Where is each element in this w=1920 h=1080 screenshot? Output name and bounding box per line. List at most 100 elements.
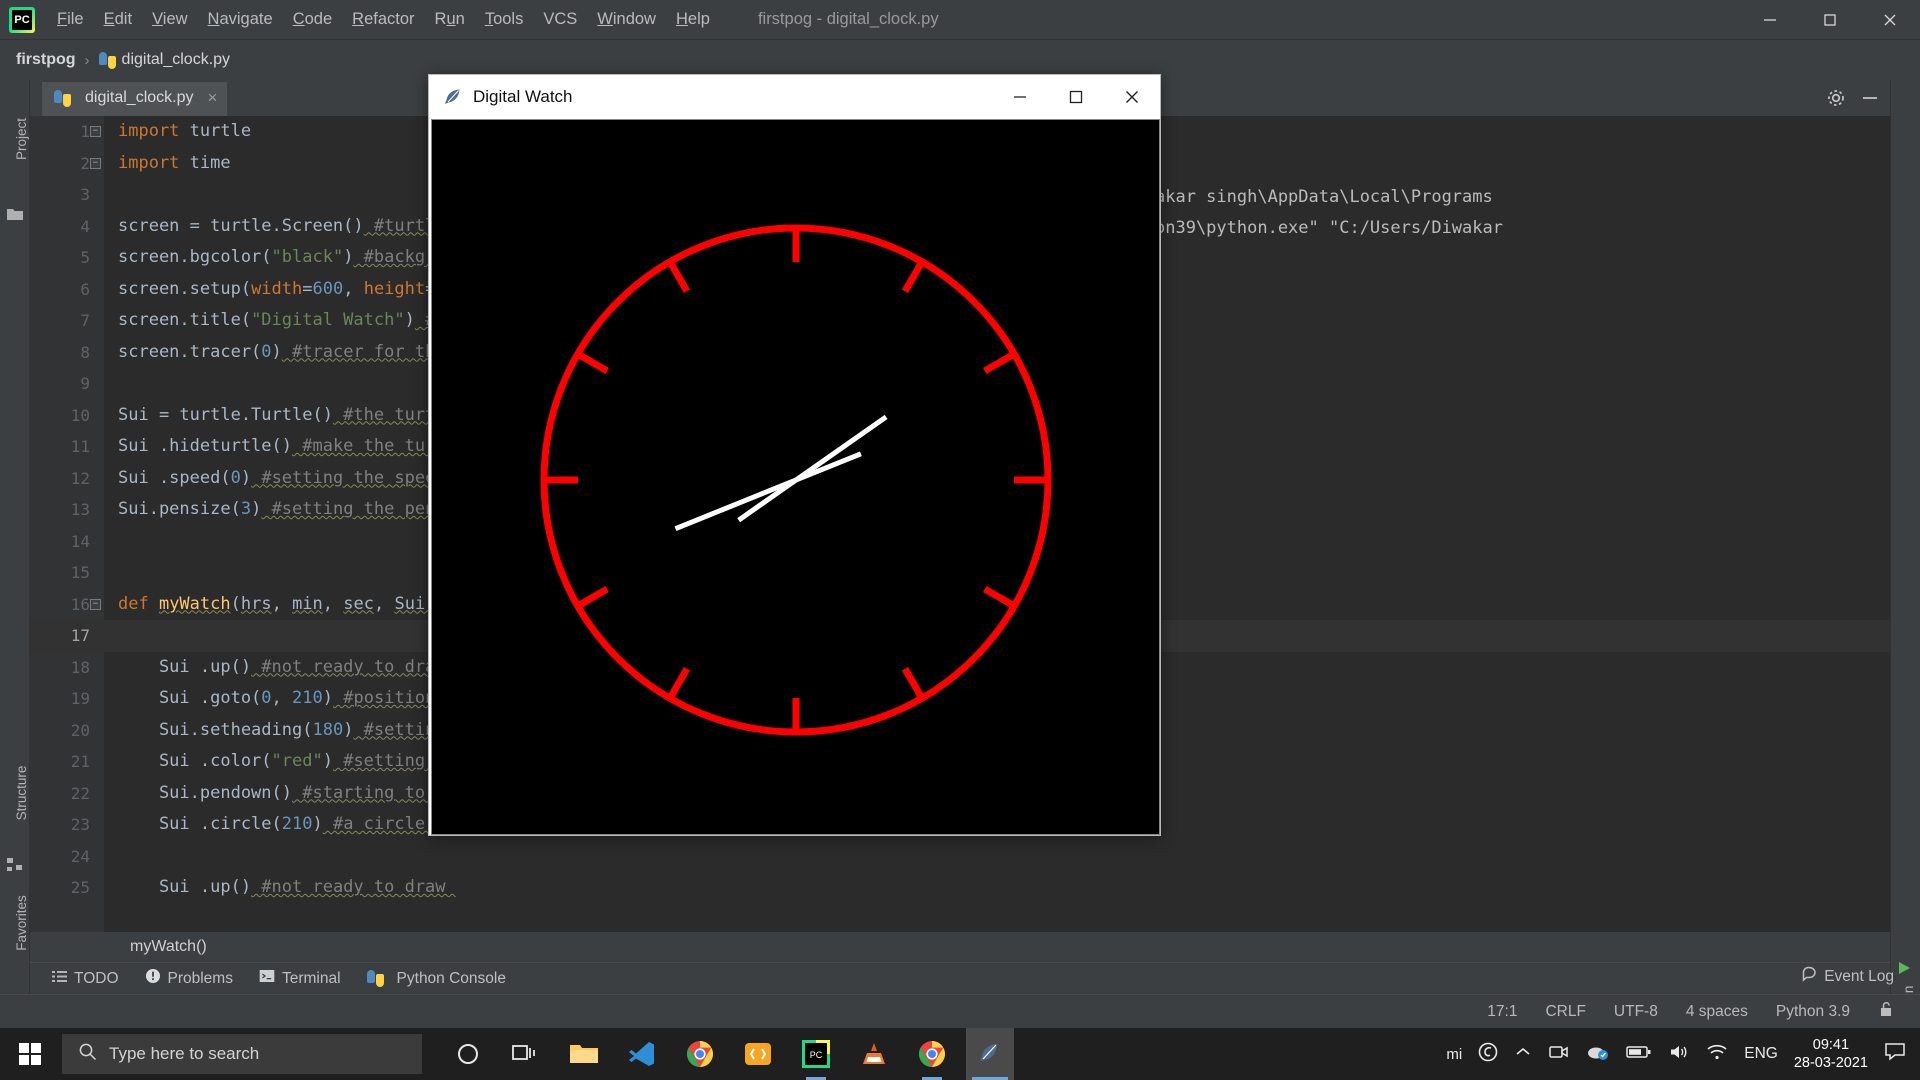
menu-item-view[interactable]: View <box>142 6 197 33</box>
menu-item-window[interactable]: Window <box>587 6 666 33</box>
clock-tick <box>667 667 691 699</box>
minimize-button[interactable] <box>1740 0 1800 40</box>
taskbar-clock[interactable]: 09:41 28-03-2021 <box>1794 1036 1868 1072</box>
chrome-icon[interactable] <box>676 1028 724 1080</box>
status-caret-position[interactable]: 17:1 <box>1487 1003 1517 1021</box>
digital-watch-close-button[interactable] <box>1104 75 1160 119</box>
clock-time: 09:41 <box>1812 1036 1850 1053</box>
maximize-button[interactable] <box>1800 0 1860 40</box>
fold-minus-icon[interactable]: − <box>90 157 101 169</box>
breadcrumb-method[interactable]: myWatch() <box>130 938 207 956</box>
digital-watch-window[interactable]: Digital Watch <box>428 74 1161 836</box>
code-token: screen = turtle.Screen() <box>118 215 364 236</box>
pycharm-icon[interactable]: PC <box>792 1028 840 1080</box>
close-icon[interactable]: × <box>208 88 218 108</box>
clock-tick <box>983 351 1015 375</box>
menu-item-run[interactable]: Run <box>425 6 475 33</box>
language-indicator[interactable]: ENG <box>1744 1045 1778 1063</box>
screen-recorder-icon[interactable] <box>1548 1042 1570 1066</box>
lock-icon[interactable] <box>1878 1000 1894 1023</box>
start-button[interactable] <box>0 1028 60 1080</box>
security-icon[interactable] <box>1478 1042 1498 1066</box>
left-tool-strip: Project Structure Favorites <box>0 80 30 1028</box>
line-number: 23 <box>70 815 90 834</box>
line-number: 13 <box>70 500 90 519</box>
run-console-output: akar singh\AppData\Local\Programs on39\py… <box>1155 120 1920 240</box>
hide-editor-icon[interactable] <box>1860 88 1880 113</box>
tool-window-terminal-label: Terminal <box>281 969 341 987</box>
volume-icon[interactable] <box>1668 1042 1690 1066</box>
tool-window-terminal[interactable]: Terminal <box>259 968 341 989</box>
line-number: 14 <box>70 531 90 551</box>
status-encoding[interactable]: UTF-8 <box>1614 1003 1658 1021</box>
menu-item-tools[interactable]: Tools <box>475 6 534 33</box>
vscode-icon[interactable] <box>618 1028 666 1080</box>
status-interpreter[interactable]: Python 3.9 <box>1776 1003 1850 1021</box>
file-explorer-icon[interactable] <box>560 1028 608 1080</box>
battery-icon[interactable] <box>1626 1044 1652 1064</box>
tool-window-problems[interactable]: Problems <box>145 968 233 989</box>
digital-watch-maximize-button[interactable] <box>1048 75 1104 119</box>
tool-window-python-console[interactable]: Python Console <box>366 970 506 988</box>
code-token: height <box>363 278 426 299</box>
breadcrumb-project[interactable]: firstpog <box>16 51 76 69</box>
editor-tab-digital-clock[interactable]: digital_clock.py × <box>42 82 228 116</box>
menu-item-navigate[interactable]: Navigate <box>198 6 283 33</box>
menu-item-vcs[interactable]: VCS <box>533 6 587 33</box>
screen: FileEditViewNavigateCodeRefactorRunTools… <box>0 0 1920 1080</box>
code-token: screen.setup( <box>118 278 252 299</box>
turtle-canvas[interactable] <box>431 119 1160 835</box>
tool-window-todo[interactable]: TODO <box>52 969 119 989</box>
window-controls <box>1740 0 1920 40</box>
line-number: 5 <box>80 248 90 267</box>
fold-minus-icon[interactable]: − <box>90 126 101 137</box>
breadcrumb-separator: › <box>84 51 90 69</box>
event-log-button[interactable]: Event Log <box>1801 966 1894 987</box>
settings-gear-icon[interactable] <box>1826 88 1846 113</box>
vlc-icon[interactable] <box>850 1028 898 1080</box>
menu-item-edit[interactable]: Edit <box>94 6 142 33</box>
mi-icon[interactable]: mi <box>1446 1046 1462 1063</box>
code-token: hrs <box>240 593 272 614</box>
code-token: #setting the pensi <box>261 499 456 519</box>
run-strip-icon[interactable] <box>1896 960 1914 978</box>
freecodecamp-icon[interactable] <box>734 1028 782 1080</box>
code-token: time <box>179 152 231 173</box>
status-line-separator[interactable]: CRLF <box>1545 1003 1585 1021</box>
line-number: 3 <box>80 185 90 204</box>
taskbar-items: PC <box>444 1028 1014 1080</box>
folder-icon[interactable] <box>6 205 24 223</box>
code-line[interactable]: Sui .up() #not ready to draw <box>104 872 1890 904</box>
notification-icon[interactable] <box>1884 1042 1906 1066</box>
line-number: 15 <box>70 563 90 582</box>
fold-minus-icon[interactable]: − <box>90 598 101 610</box>
digital-watch-minimize-button[interactable] <box>992 75 1048 119</box>
status-indent[interactable]: 4 spaces <box>1686 1003 1748 1021</box>
wifi-icon[interactable] <box>1706 1043 1728 1065</box>
code-token: Sui .circle( <box>118 814 282 834</box>
menu-item-refactor[interactable]: Refactor <box>342 6 424 33</box>
chrome-window-icon[interactable] <box>908 1028 956 1080</box>
breadcrumb-file[interactable]: digital_clock.py <box>122 51 231 69</box>
menu-item-file[interactable]: File <box>47 6 94 33</box>
line-number: 20 <box>70 720 90 740</box>
onedrive-icon[interactable] <box>1586 1043 1610 1065</box>
cortana-icon[interactable] <box>444 1028 492 1080</box>
task-view-icon[interactable] <box>502 1028 550 1080</box>
clock-tick <box>577 585 609 609</box>
menu-item-help[interactable]: Help <box>666 6 720 33</box>
clock-minute-hand <box>674 451 862 532</box>
line-number: 6 <box>80 279 90 299</box>
show-hidden-icons-icon[interactable] <box>1514 1043 1532 1065</box>
code-token: , <box>271 688 293 708</box>
close-button[interactable] <box>1860 0 1920 40</box>
code-token: turtle <box>179 121 252 141</box>
structure-icon[interactable] <box>6 856 24 874</box>
system-tray: mi ENG 09:41 28-03-2021 <box>1446 1036 1920 1072</box>
python-turtle-icon[interactable] <box>966 1028 1014 1080</box>
code-token: Sui.pensize( <box>118 499 241 519</box>
code-line[interactable] <box>104 841 1890 873</box>
taskbar-search[interactable]: Type here to search <box>62 1034 422 1074</box>
code-token: ( <box>230 593 241 614</box>
menu-item-code[interactable]: Code <box>283 6 342 33</box>
